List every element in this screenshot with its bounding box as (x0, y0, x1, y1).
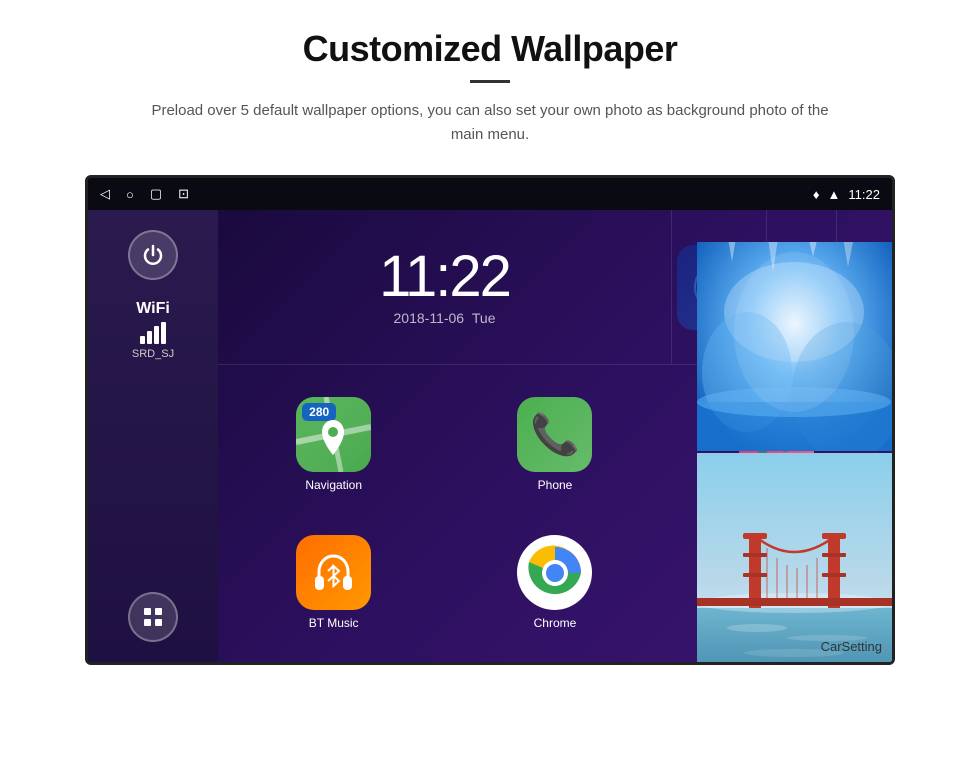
navigation-label: Navigation (305, 478, 362, 492)
app-phone[interactable]: 📞 Phone (449, 380, 660, 509)
page-subtitle: Preload over 5 default wallpaper options… (140, 99, 840, 147)
wallpaper-panels: CarSetting (697, 242, 892, 662)
app-chrome[interactable]: Chrome (449, 519, 660, 648)
left-sidebar: WiFi SRD_SJ (88, 210, 218, 662)
wifi-widget: WiFi SRD_SJ (132, 300, 174, 360)
signal-icon: ▲ (828, 187, 841, 202)
app-bt-music[interactable]: BT Music (228, 519, 439, 648)
wifi-bar-3 (154, 326, 159, 344)
status-bar-right: ♦ ▲ 11:22 (813, 187, 880, 202)
android-main: WiFi SRD_SJ (88, 210, 892, 662)
title-divider (470, 80, 510, 83)
recent-icon[interactable]: ▢ (150, 186, 162, 202)
sidebar-bottom (128, 592, 178, 642)
app-navigation[interactable]: 280 Navigation (228, 380, 439, 509)
status-bar-left: ◁ ○ ▢ ⊡ (100, 186, 189, 202)
status-bar: ◁ ○ ▢ ⊡ ♦ ▲ 11:22 (88, 178, 892, 210)
wifi-label: WiFi (136, 300, 170, 318)
wallpaper-ice[interactable] (697, 242, 892, 451)
android-screen[interactable]: ◁ ○ ▢ ⊡ ♦ ▲ 11:22 (85, 175, 895, 665)
wallpaper-bridge[interactable]: CarSetting (697, 453, 892, 662)
clock-date: 2018-11-06 Tue (394, 310, 496, 326)
wifi-ssid: SRD_SJ (132, 348, 174, 360)
navigation-icon: 280 (296, 397, 371, 472)
wifi-bar-2 (147, 331, 152, 344)
back-icon[interactable]: ◁ (100, 186, 110, 202)
chrome-icon (517, 535, 592, 610)
status-time: 11:22 (848, 187, 880, 202)
chrome-label: Chrome (534, 616, 577, 630)
page-wrapper: Customized Wallpaper Preload over 5 defa… (0, 0, 980, 758)
phone-label: Phone (538, 478, 573, 492)
location-icon: ♦ (813, 187, 820, 202)
phone-icon: 📞 (517, 397, 592, 472)
home-icon[interactable]: ○ (126, 187, 134, 202)
wifi-bar-4 (161, 322, 166, 344)
clock-widget: 11:22 2018-11-06 Tue (218, 210, 672, 364)
bt-music-icon (296, 535, 371, 610)
sidebar-top: WiFi SRD_SJ (128, 230, 178, 360)
screenshot-icon[interactable]: ⊡ (178, 186, 189, 202)
power-button[interactable] (128, 230, 178, 280)
bt-music-label: BT Music (309, 616, 359, 630)
wifi-bars (140, 322, 166, 344)
ice-shapes (697, 242, 892, 451)
wifi-bar-1 (140, 336, 145, 344)
page-title: Customized Wallpaper (303, 28, 678, 70)
apps-button[interactable] (128, 592, 178, 642)
clock-time: 11:22 (379, 248, 510, 306)
carsetting-label: CarSetting (821, 639, 882, 654)
